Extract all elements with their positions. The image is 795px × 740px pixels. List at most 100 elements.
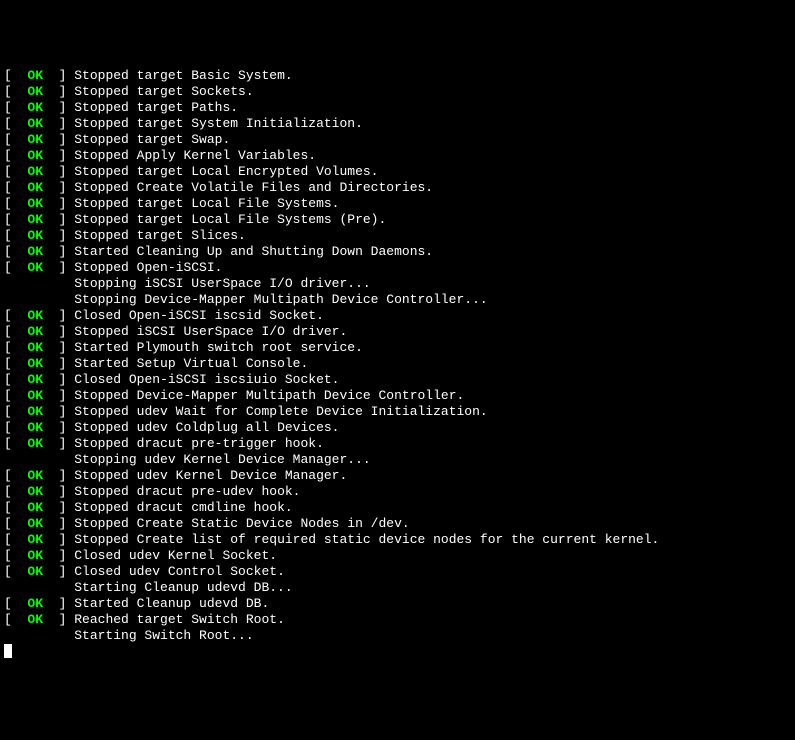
bracket-open: [	[4, 356, 27, 371]
bracket-close: ]	[43, 100, 74, 115]
log-line: [ OK ] Stopped target Sockets.	[4, 84, 791, 100]
bracket-open: [	[4, 372, 27, 387]
status-ok: OK	[27, 612, 43, 627]
log-message: Stopped udev Wait for Complete Device In…	[74, 404, 487, 419]
bracket-open: [	[4, 212, 27, 227]
log-message: Closed Open-iSCSI iscsiuio Socket.	[74, 372, 339, 387]
bracket-close: ]	[43, 436, 74, 451]
status-ok: OK	[27, 484, 43, 499]
bracket-open: [	[4, 196, 27, 211]
log-message: Stopped dracut pre-trigger hook.	[74, 436, 324, 451]
status-ok: OK	[27, 388, 43, 403]
log-line: [ OK ] Stopped target System Initializat…	[4, 116, 791, 132]
bracket-open: [	[4, 100, 27, 115]
status-ok: OK	[27, 420, 43, 435]
status-ok: OK	[27, 228, 43, 243]
bracket-close: ]	[43, 612, 74, 627]
status-ok: OK	[27, 324, 43, 339]
bracket-close: ]	[43, 516, 74, 531]
bracket-close: ]	[43, 228, 74, 243]
log-message: Started Cleanup udevd DB.	[74, 596, 269, 611]
log-message: Stopped Create Volatile Files and Direct…	[74, 180, 433, 195]
indent-spacer	[4, 580, 74, 595]
log-message: Stopped Apply Kernel Variables.	[74, 148, 316, 163]
bracket-open: [	[4, 244, 27, 259]
log-line: [ OK ] Stopped Open-iSCSI.	[4, 260, 791, 276]
log-message: Stopped target Swap.	[74, 132, 230, 147]
log-line: [ OK ] Stopped iSCSI UserSpace I/O drive…	[4, 324, 791, 340]
log-line: [ OK ] Stopped target Swap.	[4, 132, 791, 148]
status-ok: OK	[27, 308, 43, 323]
bracket-open: [	[4, 84, 27, 99]
bracket-close: ]	[43, 196, 74, 211]
bracket-open: [	[4, 548, 27, 563]
bracket-open: [	[4, 612, 27, 627]
indent-spacer	[4, 276, 74, 291]
status-ok: OK	[27, 260, 43, 275]
log-message: Stopped target Local File Systems (Pre).	[74, 212, 386, 227]
bracket-close: ]	[43, 388, 74, 403]
status-ok: OK	[27, 516, 43, 531]
bracket-open: [	[4, 260, 27, 275]
status-ok: OK	[27, 116, 43, 131]
log-line: [ OK ] Stopped target Local Encrypted Vo…	[4, 164, 791, 180]
bracket-close: ]	[43, 68, 74, 83]
bracket-close: ]	[43, 420, 74, 435]
log-line: Stopping udev Kernel Device Manager...	[4, 452, 791, 468]
indent-spacer	[4, 292, 74, 307]
log-line: [ OK ] Started Cleanup udevd DB.	[4, 596, 791, 612]
bracket-open: [	[4, 468, 27, 483]
bracket-close: ]	[43, 84, 74, 99]
bracket-open: [	[4, 340, 27, 355]
bracket-open: [	[4, 500, 27, 515]
log-line: [ OK ] Stopped target Local File Systems…	[4, 196, 791, 212]
bracket-close: ]	[43, 212, 74, 227]
status-ok: OK	[27, 340, 43, 355]
bracket-open: [	[4, 164, 27, 179]
status-ok: OK	[27, 532, 43, 547]
bracket-close: ]	[43, 548, 74, 563]
log-message: Stopping iSCSI UserSpace I/O driver...	[74, 276, 370, 291]
log-message: Stopping udev Kernel Device Manager...	[74, 452, 370, 467]
log-line: Stopping iSCSI UserSpace I/O driver...	[4, 276, 791, 292]
status-ok: OK	[27, 468, 43, 483]
bracket-close: ]	[43, 356, 74, 371]
log-line: [ OK ] Stopped Create Volatile Files and…	[4, 180, 791, 196]
log-line: [ OK ] Stopped target Local File Systems…	[4, 212, 791, 228]
bracket-close: ]	[43, 484, 74, 499]
bracket-close: ]	[43, 116, 74, 131]
bracket-open: [	[4, 308, 27, 323]
bracket-open: [	[4, 324, 27, 339]
status-ok: OK	[27, 148, 43, 163]
status-ok: OK	[27, 596, 43, 611]
log-message: Stopped Open-iSCSI.	[74, 260, 222, 275]
bracket-open: [	[4, 436, 27, 451]
log-message: Stopped Create Static Device Nodes in /d…	[74, 516, 409, 531]
log-message: Stopped target Paths.	[74, 100, 238, 115]
cursor: _	[4, 644, 12, 658]
bracket-open: [	[4, 388, 27, 403]
bracket-open: [	[4, 484, 27, 499]
bracket-close: ]	[43, 468, 74, 483]
status-ok: OK	[27, 244, 43, 259]
status-ok: OK	[27, 212, 43, 227]
log-line: [ OK ] Stopped target Slices.	[4, 228, 791, 244]
bracket-close: ]	[43, 500, 74, 515]
bracket-close: ]	[43, 596, 74, 611]
indent-spacer	[4, 628, 74, 643]
log-message: Closed udev Kernel Socket.	[74, 548, 277, 563]
log-line: [ OK ] Stopped dracut pre-udev hook.	[4, 484, 791, 500]
bracket-open: [	[4, 404, 27, 419]
bracket-close: ]	[43, 564, 74, 579]
log-line: [ OK ] Stopped udev Coldplug all Devices…	[4, 420, 791, 436]
status-ok: OK	[27, 100, 43, 115]
log-message: Closed Open-iSCSI iscsid Socket.	[74, 308, 324, 323]
log-line: [ OK ] Stopped Create Static Device Node…	[4, 516, 791, 532]
bracket-open: [	[4, 68, 27, 83]
status-ok: OK	[27, 84, 43, 99]
log-line: [ OK ] Started Setup Virtual Console.	[4, 356, 791, 372]
log-message: Stopped target Slices.	[74, 228, 246, 243]
bracket-open: [	[4, 516, 27, 531]
log-message: Stopped target Basic System.	[74, 68, 292, 83]
log-line: [ OK ] Closed Open-iSCSI iscsiuio Socket…	[4, 372, 791, 388]
